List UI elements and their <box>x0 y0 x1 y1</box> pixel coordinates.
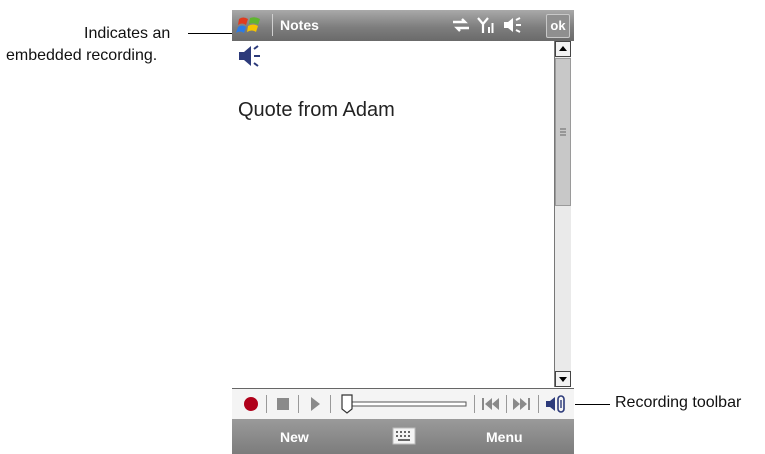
recording-toolbar-callout-line <box>575 404 610 405</box>
signal-icon[interactable] <box>476 15 498 40</box>
sync-icon[interactable] <box>450 15 472 40</box>
embedded-recording-callout-line <box>188 33 234 34</box>
menu-bar: New Menu <box>232 419 574 454</box>
record-icon[interactable] <box>240 392 262 416</box>
toolbar-separator <box>330 395 331 413</box>
skip-forward-icon[interactable] <box>510 392 534 416</box>
slider-thumb <box>341 394 353 414</box>
pocket-pc-screen: Notes ok Quote from Adam New Menu <box>232 10 574 454</box>
keyboard-icon[interactable] <box>392 425 416 450</box>
embedded-recording-callout-line2: embedded recording. <box>6 47 158 64</box>
scroll-down-button[interactable] <box>555 371 571 387</box>
recorder-icon[interactable] <box>544 392 570 416</box>
start-icon[interactable] <box>236 13 264 44</box>
skip-back-icon[interactable] <box>478 392 502 416</box>
ok-button[interactable]: ok <box>546 14 570 38</box>
title-bar: Notes ok <box>232 10 574 41</box>
note-content-area[interactable]: Quote from Adam <box>232 41 554 387</box>
toolbar-separator <box>474 395 475 413</box>
embedded-recording-callout-line1: Indicates an <box>84 25 171 42</box>
recording-toolbar <box>232 388 574 420</box>
toolbar-separator <box>298 395 299 413</box>
play-icon[interactable] <box>304 392 326 416</box>
playback-position-slider[interactable] <box>336 392 470 416</box>
scroll-up-button[interactable] <box>555 41 571 57</box>
scroll-thumb[interactable] <box>555 58 571 206</box>
toolbar-separator <box>266 395 267 413</box>
note-text[interactable]: Quote from Adam <box>238 99 395 122</box>
stop-icon[interactable] <box>272 392 294 416</box>
menu-softkey[interactable]: Menu <box>486 429 523 445</box>
recording-toolbar-callout: Recording toolbar <box>615 394 742 411</box>
toolbar-separator <box>506 395 507 413</box>
vertical-scrollbar[interactable] <box>554 41 571 387</box>
new-softkey[interactable]: New <box>280 429 309 445</box>
volume-icon[interactable] <box>502 15 524 40</box>
speaker-icon[interactable] <box>237 44 263 73</box>
toolbar-separator <box>538 395 539 413</box>
title-divider <box>272 14 273 36</box>
app-title: Notes <box>280 17 319 33</box>
